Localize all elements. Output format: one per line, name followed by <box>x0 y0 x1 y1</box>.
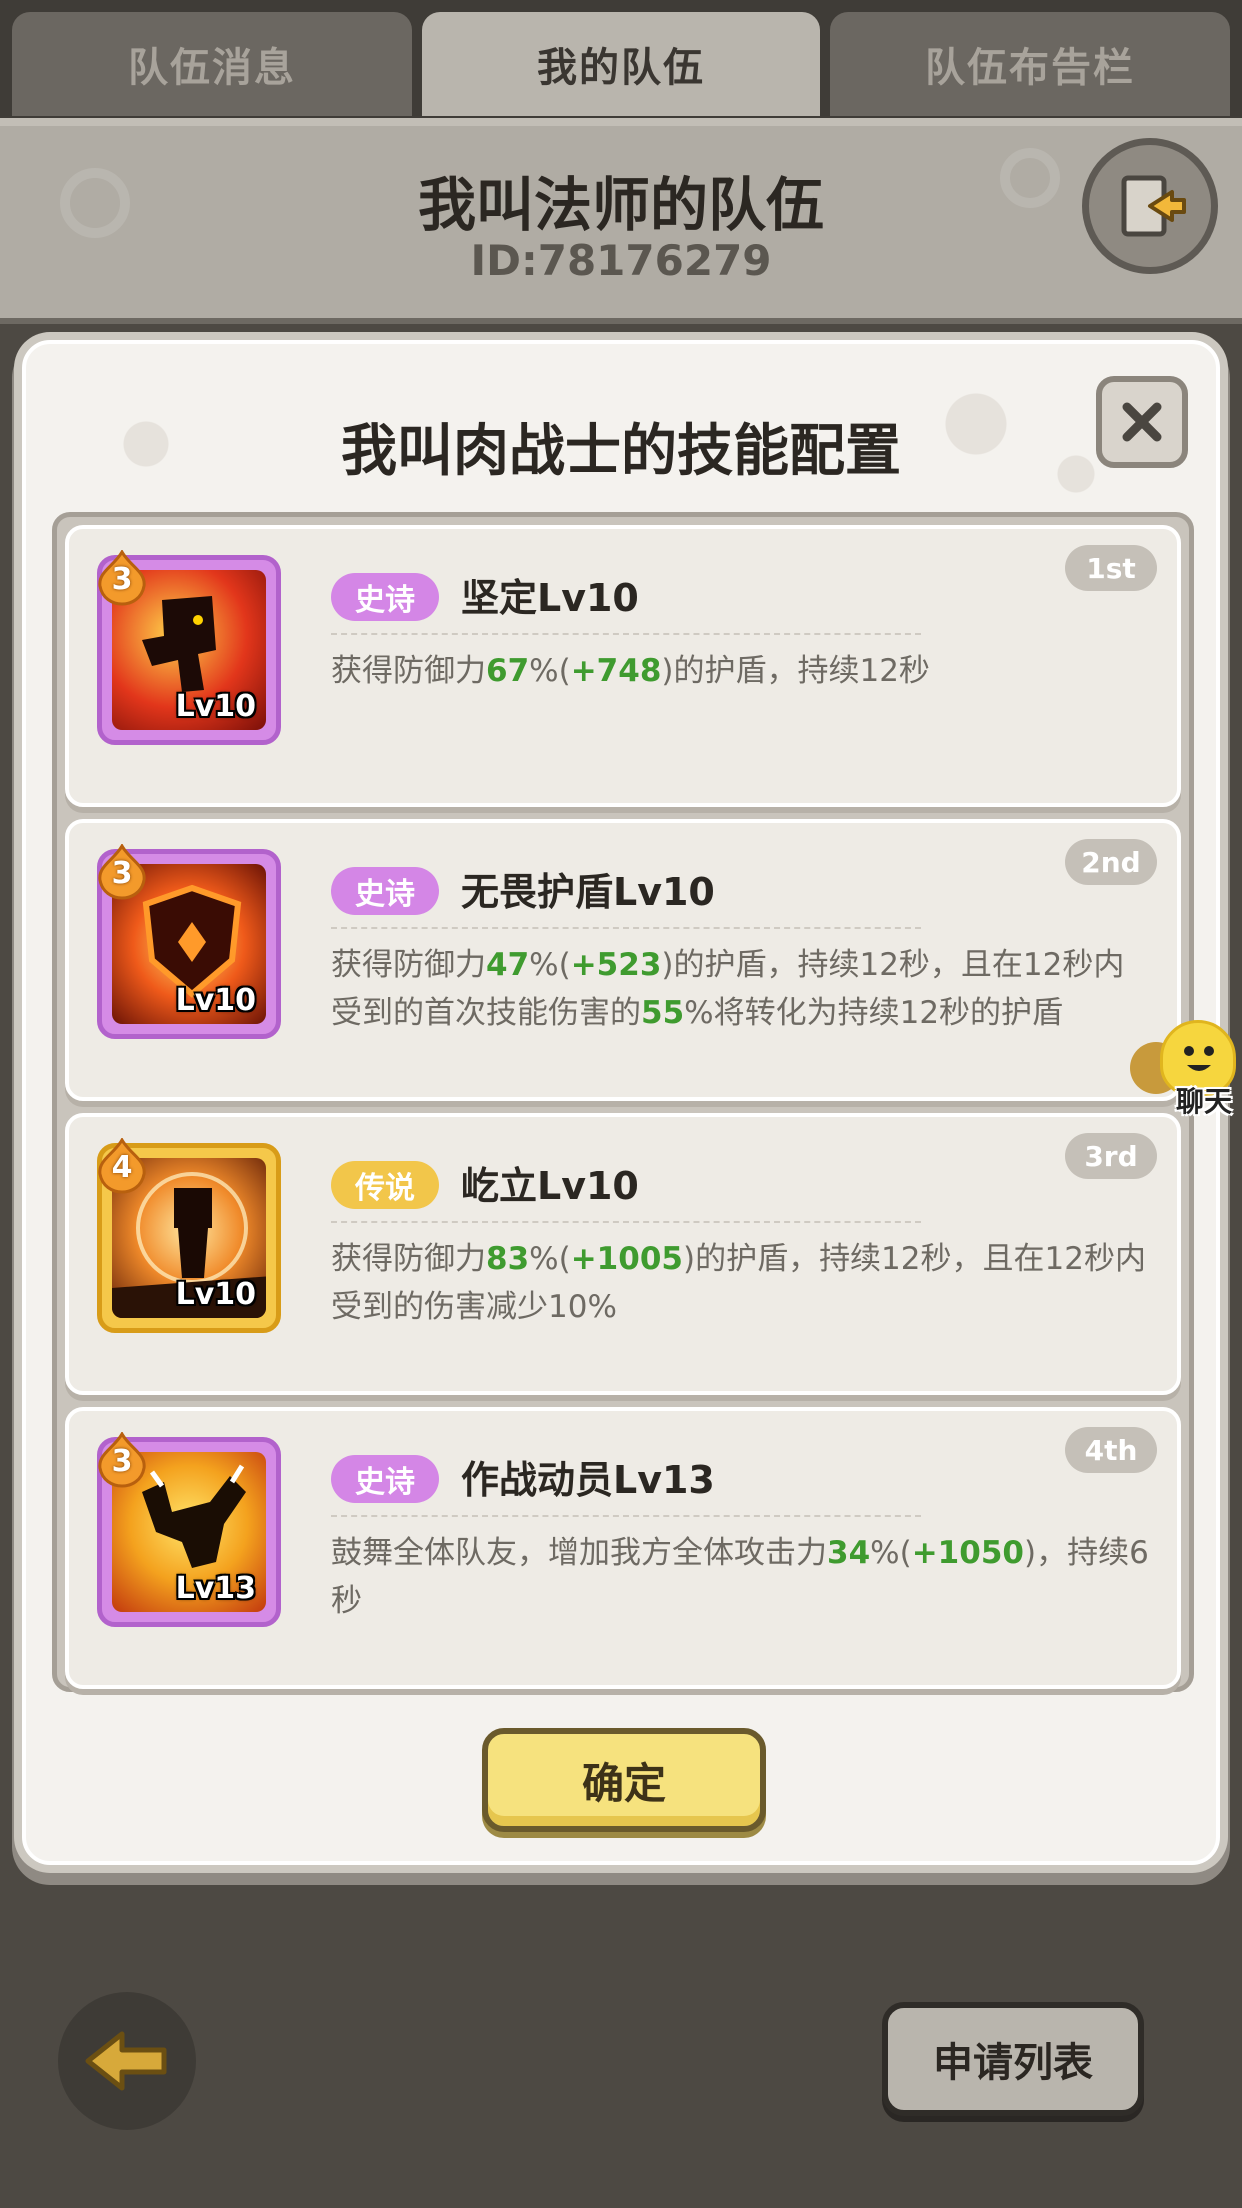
skill-name: 屹立Lv10 <box>461 1164 639 1208</box>
description-text: )的护盾，持续12秒 <box>661 653 930 689</box>
rank-badge: 1st <box>1065 545 1157 591</box>
skill-name: 作战动员Lv13 <box>461 1458 715 1502</box>
skill-icon: Lv13 3 <box>97 1432 281 1627</box>
skill-name: 无畏护盾Lv10 <box>461 870 715 914</box>
skill-list: Lv10 3 史诗 坚定Lv10 1st 获得防御力67%(+748)的护盾，持… <box>52 512 1194 1692</box>
highlight-value: +1050 <box>911 1535 1024 1571</box>
description-text: %( <box>870 1535 912 1571</box>
highlight-value: 67 <box>486 653 530 689</box>
skill-description: 获得防御力67%(+748)的护盾，持续12秒 <box>331 647 1151 695</box>
rarity-badge: 史诗 <box>331 867 439 915</box>
highlight-value: +523 <box>570 947 662 983</box>
rarity-badge: 传说 <box>331 1161 439 1209</box>
star-badge: 4 <box>94 1138 150 1194</box>
star-count: 3 <box>111 1444 133 1479</box>
description-text: %( <box>529 947 571 983</box>
leave-team-icon <box>1121 175 1186 237</box>
rank-badge: 4th <box>1065 1427 1157 1473</box>
skill-name: 坚定Lv10 <box>461 576 639 620</box>
chat-label: 聊天 <box>1175 1085 1232 1118</box>
description-text: %( <box>529 1241 571 1277</box>
description-text: 获得防御力 <box>331 653 486 689</box>
back-button[interactable] <box>58 1992 196 2130</box>
close-button[interactable] <box>1096 376 1188 468</box>
skill-icon: Lv10 3 <box>97 550 281 745</box>
star-badge: 3 <box>94 1432 150 1488</box>
star-count: 3 <box>111 856 133 891</box>
highlight-value: +748 <box>570 653 662 689</box>
modal-title: 我叫肉战士的技能配置 <box>341 419 901 484</box>
skill-icon-level: Lv13 <box>175 1571 256 1606</box>
team-id: ID:78176279 <box>470 236 772 285</box>
rank-badge: 3rd <box>1065 1133 1157 1179</box>
skill-description: 获得防御力83%(+1005)的护盾，持续12秒，且在12秒内受到的伤害减少10… <box>331 1235 1151 1331</box>
back-arrow-icon <box>85 2031 167 2091</box>
team-name: 我叫法师的队伍 <box>417 171 824 239</box>
skill-icon-level: Lv10 <box>175 983 256 1018</box>
confirm-button[interactable]: 确定 <box>482 1728 766 1832</box>
highlight-value: +1005 <box>570 1241 683 1277</box>
tab-bar: 队伍消息 我的队伍 队伍布告栏 <box>0 0 1242 118</box>
rarity-badge: 史诗 <box>331 1455 439 1503</box>
description-text: 鼓舞全体队友，增加我方全体攻击力 <box>331 1535 827 1571</box>
star-count: 3 <box>111 562 133 597</box>
highlight-value: 83 <box>486 1241 530 1277</box>
description-text: %将转化为持续12秒的护盾 <box>684 995 1064 1031</box>
highlight-value: 34 <box>827 1535 871 1571</box>
skill-card-4: Lv13 3 史诗 作战动员Lv13 4th 鼓舞全体队友，增加我方全体攻击力3… <box>65 1407 1181 1689</box>
skill-card-3: Lv10 4 传说 屹立Lv10 3rd 获得防御力83%(+1005)的护盾，… <box>65 1113 1181 1395</box>
chat-button[interactable]: 聊天 <box>1112 1020 1242 1120</box>
star-badge: 3 <box>94 844 150 900</box>
description-text: 获得防御力 <box>331 947 486 983</box>
apply-list-button[interactable]: 申请列表 <box>882 2002 1144 2116</box>
skill-icon: Lv10 3 <box>97 844 281 1039</box>
divider <box>331 1515 921 1517</box>
tab-team-bulletin[interactable]: 队伍布告栏 <box>830 12 1230 116</box>
tab-my-team[interactable]: 我的队伍 <box>422 12 820 116</box>
skill-icon-level: Lv10 <box>175 1277 256 1312</box>
leave-team-button[interactable] <box>1082 138 1218 274</box>
divider <box>331 633 921 635</box>
star-badge: 3 <box>94 550 150 606</box>
divider <box>331 1221 921 1223</box>
skill-card-2: Lv10 3 史诗 无畏护盾Lv10 2nd 获得防御力47%(+523)的护盾… <box>65 819 1181 1101</box>
tab-team-messages[interactable]: 队伍消息 <box>12 12 412 116</box>
description-text: 获得防御力 <box>331 1241 486 1277</box>
star-count: 4 <box>111 1150 133 1185</box>
description-text: %( <box>529 653 571 689</box>
divider <box>331 927 921 929</box>
skill-icon-level: Lv10 <box>175 689 256 724</box>
highlight-value: 47 <box>486 947 530 983</box>
highlight-value: 55 <box>641 995 685 1031</box>
close-icon <box>1122 402 1162 442</box>
skill-config-modal: 我叫肉战士的技能配置 Lv10 3 史诗 坚定Lv10 1st 获得防御力67%… <box>22 340 1220 1865</box>
rank-badge: 2nd <box>1065 839 1157 885</box>
skill-description: 获得防御力47%(+523)的护盾，持续12秒，且在12秒内受到的首次技能伤害的… <box>331 941 1151 1037</box>
skill-description: 鼓舞全体队友，增加我方全体攻击力34%(+1050)，持续6秒 <box>331 1529 1151 1625</box>
rarity-badge: 史诗 <box>331 573 439 621</box>
skill-card-1: Lv10 3 史诗 坚定Lv10 1st 获得防御力67%(+748)的护盾，持… <box>65 525 1181 807</box>
team-header: 我叫法师的队伍 ID:78176279 <box>0 118 1242 324</box>
skill-icon: Lv10 4 <box>97 1138 281 1333</box>
